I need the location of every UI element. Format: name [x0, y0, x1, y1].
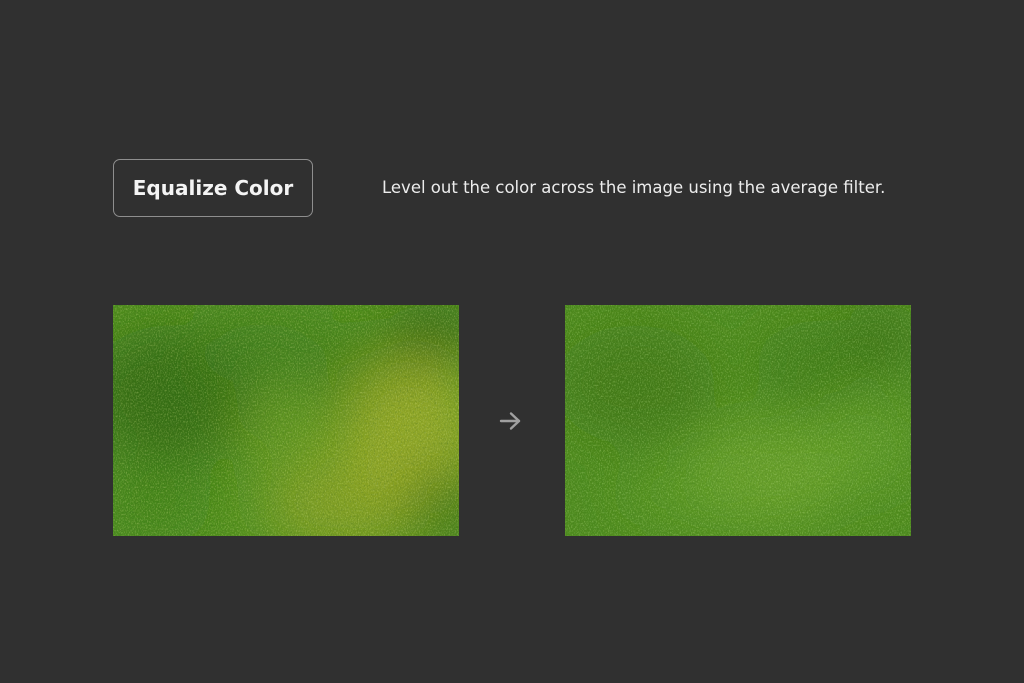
grass-texture-before-icon	[113, 305, 459, 536]
equalize-color-button[interactable]: Equalize Color	[113, 159, 313, 217]
after-image	[565, 305, 911, 536]
before-image	[113, 305, 459, 536]
grass-texture-after-icon	[565, 305, 911, 536]
arrow-right-icon	[498, 409, 524, 433]
feature-description: Level out the color across the image usi…	[382, 178, 886, 197]
